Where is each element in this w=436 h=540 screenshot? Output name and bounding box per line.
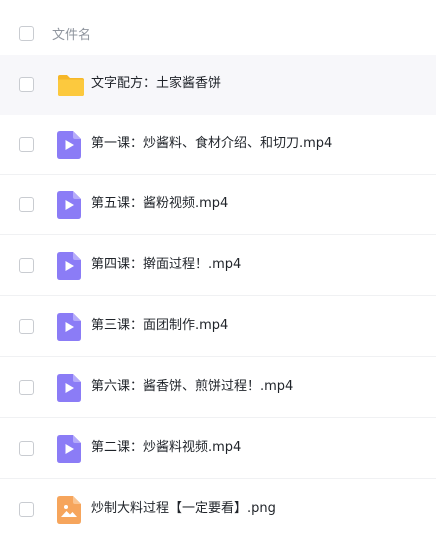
file-row[interactable]: 第六课：酱香饼、煎饼过程！.mp4 — [0, 358, 436, 418]
video-file-icon — [57, 435, 81, 463]
folder-icon — [57, 71, 84, 99]
row-checkbox[interactable] — [19, 258, 34, 273]
row-checkbox[interactable] — [19, 197, 34, 212]
image-file-icon — [57, 496, 81, 524]
file-name[interactable]: 第一课：炒酱料、食材介绍、和切刀.mp4 — [91, 135, 332, 153]
file-name[interactable]: 文字配方：土家酱香饼 — [91, 75, 221, 93]
video-file-icon — [57, 131, 81, 159]
file-row[interactable]: 文字配方：土家酱香饼 — [0, 55, 436, 115]
file-name[interactable]: 第四课：擀面过程！.mp4 — [91, 256, 241, 274]
video-file-icon — [57, 191, 81, 219]
file-row[interactable]: 第一课：炒酱料、食材介绍、和切刀.mp4 — [0, 115, 436, 175]
row-checkbox[interactable] — [19, 502, 34, 517]
file-name[interactable]: 第六课：酱香饼、煎饼过程！.mp4 — [91, 378, 293, 396]
row-checkbox[interactable] — [19, 319, 34, 334]
column-header-filename[interactable]: 文件名 — [52, 24, 91, 43]
video-file-icon — [57, 374, 81, 402]
file-name[interactable]: 第二课：炒酱料视频.mp4 — [91, 439, 241, 457]
row-checkbox[interactable] — [19, 441, 34, 456]
video-file-icon — [57, 252, 81, 280]
file-row[interactable]: 第四课：擀面过程！.mp4 — [0, 236, 436, 296]
file-row[interactable]: 第五课：酱粉视频.mp4 — [0, 175, 436, 235]
select-all-checkbox[interactable] — [19, 26, 34, 41]
file-row[interactable]: 炒制大料过程【一定要看】.png — [0, 480, 436, 540]
file-row[interactable]: 第二课：炒酱料视频.mp4 — [0, 419, 436, 479]
file-name[interactable]: 第五课：酱粉视频.mp4 — [91, 195, 228, 213]
row-checkbox[interactable] — [19, 380, 34, 395]
file-list-header: 文件名 — [0, 14, 436, 52]
video-file-icon — [57, 313, 81, 341]
file-name[interactable]: 炒制大料过程【一定要看】.png — [91, 500, 276, 518]
file-list: 文件名 文字配方：土家酱香饼 第一课：炒酱料、食材介绍、和切刀.mp4 第五课：… — [0, 0, 436, 540]
file-row[interactable]: 第三课：面团制作.mp4 — [0, 297, 436, 357]
row-checkbox[interactable] — [19, 77, 34, 92]
row-checkbox[interactable] — [19, 137, 34, 152]
file-name[interactable]: 第三课：面团制作.mp4 — [91, 317, 228, 335]
